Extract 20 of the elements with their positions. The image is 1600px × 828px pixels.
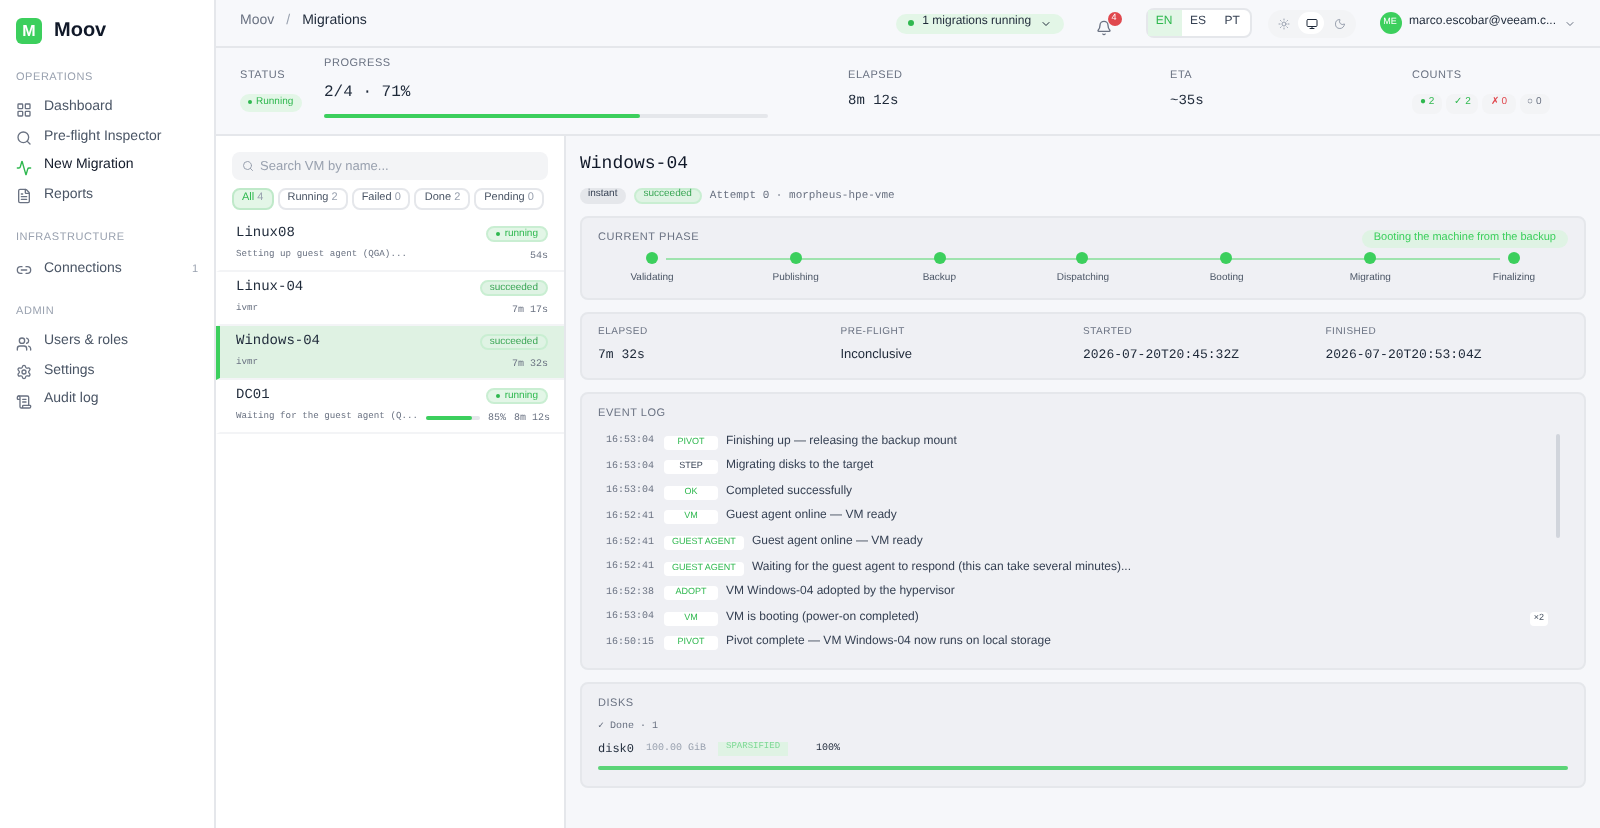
search-icon (16, 130, 32, 146)
document-icon (16, 188, 32, 204)
vm-title: Windows-04 (580, 152, 691, 178)
bell-icon[interactable] (1095, 19, 1112, 35)
chevron-icon (1564, 17, 1576, 29)
sun-icon (1277, 17, 1290, 29)
logo-icon: M (16, 18, 42, 44)
settings-icon (16, 364, 32, 380)
grid-icon (16, 101, 32, 117)
theme-button[interactable] (1298, 12, 1325, 34)
pulse-icon (16, 159, 32, 175)
link-icon (16, 261, 32, 278)
moon-icon (1333, 17, 1346, 29)
search-icon (242, 160, 254, 172)
app-name: Moov (54, 18, 107, 46)
progress-text: 2/4 · 71% (324, 81, 413, 106)
monitor-icon (1305, 17, 1318, 29)
users-icon (16, 335, 32, 351)
log-icon (16, 393, 32, 409)
chevron-icon (1039, 17, 1052, 29)
